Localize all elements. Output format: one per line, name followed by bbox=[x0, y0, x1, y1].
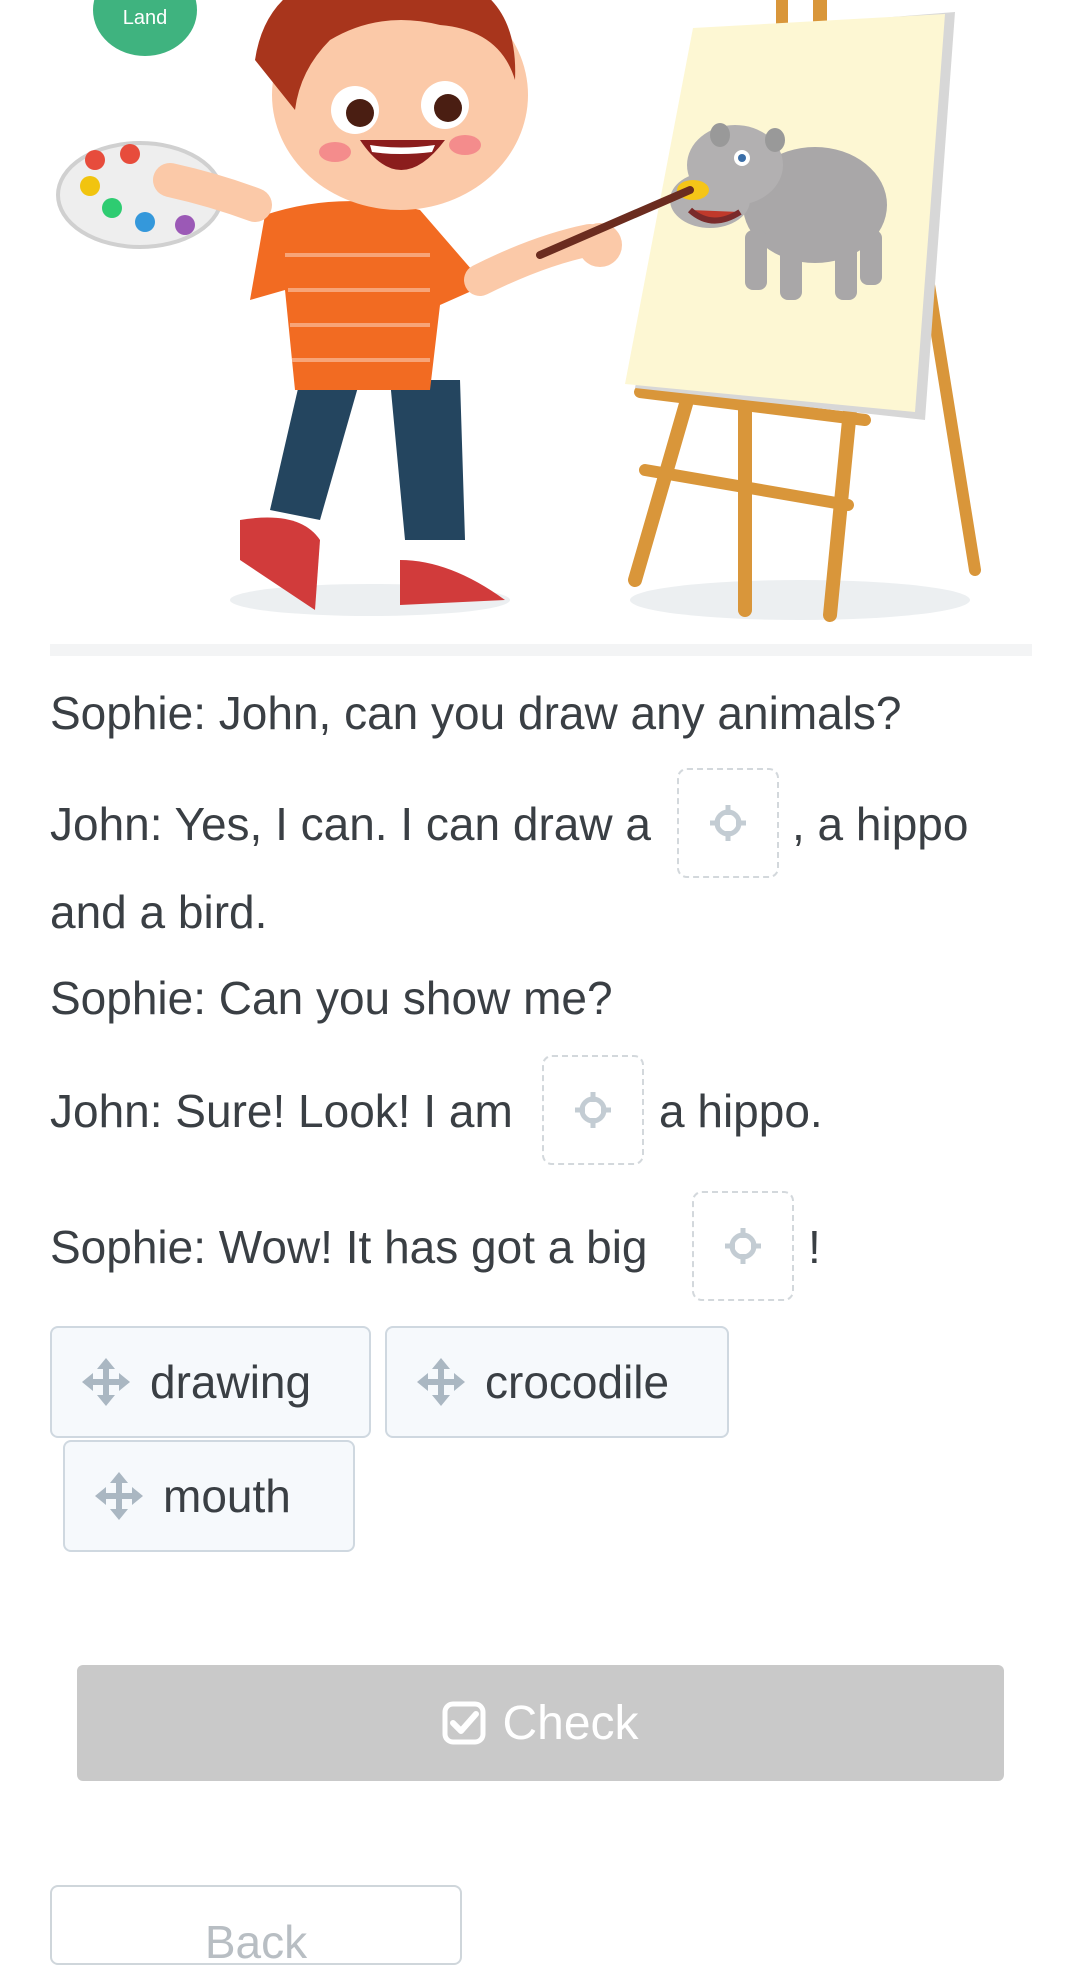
check-square-icon bbox=[442, 1701, 486, 1745]
back-button[interactable]: Back bbox=[50, 1885, 462, 1968]
crosshair-icon bbox=[575, 1092, 611, 1128]
dialogue-text: ! bbox=[808, 1221, 821, 1273]
dialogue-text: John: Sure! Look! I am bbox=[50, 1085, 513, 1137]
drop-zone-2[interactable] bbox=[542, 1055, 644, 1165]
crosshair-icon bbox=[725, 1228, 761, 1264]
move-icon bbox=[417, 1358, 465, 1406]
dialogue-line-6: Sophie: Wow! It has got a big bbox=[50, 1219, 648, 1275]
drop-zone-3[interactable] bbox=[692, 1191, 794, 1301]
drop-zone-1[interactable] bbox=[677, 768, 779, 878]
dialogue-text: Sophie: Wow! It has got a big bbox=[50, 1221, 648, 1273]
word-chip-label: mouth bbox=[163, 1470, 291, 1522]
dialogue-text: and a bird. bbox=[50, 886, 268, 938]
dialogue-line-5: John: Sure! Look! I am bbox=[50, 1083, 513, 1139]
dialogue-text: a hippo. bbox=[659, 1085, 823, 1137]
illustration-divider bbox=[50, 644, 1032, 656]
dialogue-line-3: and a bird. bbox=[50, 884, 267, 940]
dialogue-text: John: Yes, I can. I can draw a bbox=[50, 798, 651, 850]
dialogue-line-5-after: a hippo. bbox=[659, 1083, 823, 1139]
logo-text: Land bbox=[123, 7, 168, 29]
logo-badge: Land bbox=[93, 0, 197, 56]
dialogue-line-6-after: ! bbox=[808, 1219, 821, 1275]
dialogue-line-1: Sophie: John, can you draw any animals? bbox=[50, 685, 902, 741]
check-button[interactable]: Check bbox=[77, 1665, 1004, 1781]
lesson-illustration: Land bbox=[56, 0, 981, 622]
dialogue-text: , a hippo bbox=[792, 798, 969, 850]
dialogue-text: Sophie: John, can you draw any animals? bbox=[50, 687, 902, 739]
dialogue-text: Sophie: Can you show me? bbox=[50, 972, 613, 1024]
dialogue-line-2: John: Yes, I can. I can draw a bbox=[50, 796, 651, 852]
word-chip-drawing[interactable]: drawing bbox=[50, 1326, 371, 1438]
move-icon bbox=[82, 1358, 130, 1406]
word-chip-crocodile[interactable]: crocodile bbox=[385, 1326, 729, 1438]
dialogue-line-2-after: , a hippo bbox=[792, 796, 968, 852]
boy-painter bbox=[56, 0, 694, 610]
check-button-label: Check bbox=[502, 1696, 639, 1750]
back-button-label: Back bbox=[204, 1916, 308, 1968]
dialogue-line-4: Sophie: Can you show me? bbox=[50, 970, 613, 1026]
word-chip-label: crocodile bbox=[485, 1356, 670, 1408]
crosshair-icon bbox=[710, 805, 746, 841]
move-icon bbox=[95, 1472, 143, 1520]
word-chip-mouth[interactable]: mouth bbox=[63, 1440, 355, 1552]
word-chip-label: drawing bbox=[150, 1356, 312, 1408]
